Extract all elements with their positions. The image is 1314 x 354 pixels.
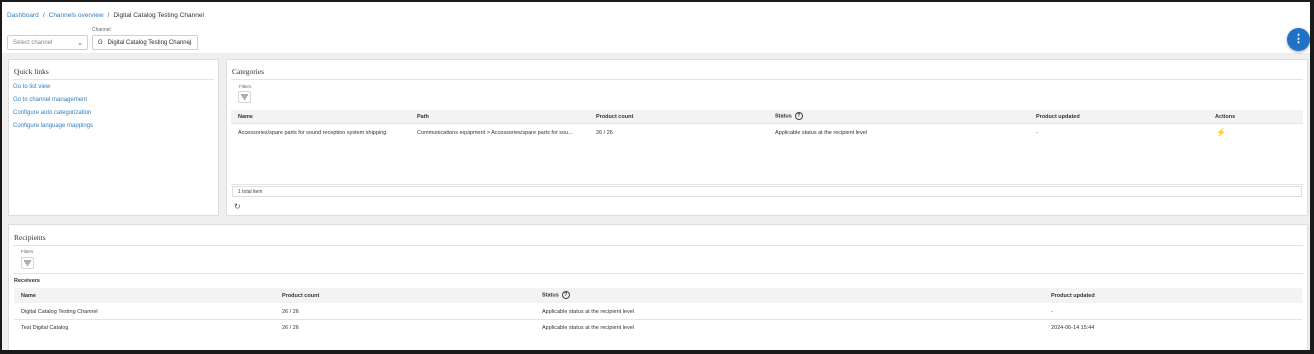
recipient-status: Applicable status at the recipient level [542, 325, 635, 331]
channel-select-value: Digital Catalog Testing Channel [107, 39, 192, 46]
breadcrumb-separator: / [107, 12, 110, 19]
filters-label: Filters [239, 84, 252, 89]
filter-icon [24, 260, 31, 266]
col-status[interactable]: Status? [775, 112, 803, 120]
help-icon[interactable]: ? [794, 112, 803, 120]
category-name: Accessories/spare parts for sound recept… [238, 130, 387, 136]
channel-select[interactable]: G Digital Catalog Testing Channel ⌄ [92, 35, 198, 50]
quick-link-language-mappings[interactable]: Configure language mappings [13, 123, 93, 129]
recipient-name: Digital Catalog Testing Channel [21, 309, 98, 315]
category-path: Communications equipment > Accessories/s… [417, 130, 573, 136]
divider [231, 123, 1303, 124]
col-product-updated[interactable]: Product updated [1051, 293, 1095, 299]
table-header [231, 110, 1303, 123]
help-icon[interactable]: ? [561, 291, 570, 299]
categories-panel: Categories Filters Name Path Product cou… [226, 59, 1308, 216]
channel-prefix: G [98, 39, 103, 46]
col-path[interactable]: Path [417, 114, 429, 120]
col-actions: Actions [1215, 114, 1236, 120]
col-status-label: Status [542, 292, 559, 299]
quick-links-title: Quick links [14, 67, 49, 76]
recipient-name: Test Digital Catalog [21, 325, 69, 331]
col-product-updated[interactable]: Product updated [1036, 114, 1080, 120]
more-vertical-icon: ⋮ [1293, 33, 1304, 45]
quick-link-list-view[interactable]: Go to list view [13, 84, 50, 90]
category-updated: - [1036, 130, 1038, 136]
breadcrumb-current: Digital Catalog Testing Channel [113, 12, 204, 19]
divider [231, 79, 1303, 80]
top-bar: Dashboard / Channels overview / Digital Cata… [2, 2, 1310, 53]
col-name[interactable]: Name [21, 293, 36, 299]
breadcrumb-channels-overview[interactable]: Channels overview [49, 12, 104, 19]
col-product-count[interactable]: Product count [282, 293, 319, 299]
recipient-count: 26 / 26 [282, 325, 299, 331]
breadcrumb-dashboard[interactable]: Dashboard [7, 12, 39, 19]
col-status-label: Status [775, 113, 792, 120]
recipients-panel: Recipients Filters Receivers Name Produc… [8, 224, 1308, 350]
select-channel-placeholder: Select channel [13, 39, 53, 46]
divider [231, 184, 1303, 185]
recipient-status: Applicable status at the recipient level [542, 309, 635, 315]
app-window: Dashboard / Channels overview / Digital Cata… [0, 0, 1314, 354]
select-channel-dropdown[interactable]: Select channel ⌄ [7, 35, 88, 50]
quick-link-channel-management[interactable]: Go to channel management [13, 97, 87, 103]
col-product-count[interactable]: Product count [596, 114, 633, 120]
divider [13, 273, 1303, 274]
col-name[interactable]: Name [238, 114, 253, 120]
filter-button[interactable] [21, 257, 34, 269]
divider [14, 319, 1302, 320]
category-count: 26 / 26 [596, 130, 613, 136]
filter-button[interactable] [238, 91, 251, 103]
quick-links-panel: Quick links Go to list view Go to channe… [8, 59, 219, 216]
recipient-updated: - [1051, 309, 1053, 315]
recipient-updated: 2024-06-14 15:44 [1051, 325, 1095, 331]
chevron-down-icon: ⌄ [187, 40, 193, 47]
disconnect-icon[interactable]: ⚡ [1216, 128, 1226, 137]
divider [13, 245, 1303, 246]
breadcrumb-separator: / [42, 12, 45, 19]
channel-select-label: Channel [92, 27, 111, 33]
breadcrumb: Dashboard / Channels overview / Digital Cata… [7, 12, 204, 19]
categories-title: Categories [232, 67, 265, 76]
filter-icon [241, 94, 248, 100]
more-actions-button[interactable]: ⋮ [1287, 28, 1310, 51]
divider [13, 79, 214, 80]
filters-label: Filters [21, 249, 34, 254]
refresh-icon[interactable]: ↻ [234, 202, 241, 211]
receivers-label: Receivers [14, 278, 40, 284]
quick-link-auto-categorization[interactable]: Configure auto categorization [13, 110, 91, 116]
total-items: 1 total item [232, 186, 1302, 197]
col-status[interactable]: Status? [542, 291, 570, 299]
category-status: Applicable status at the recipient level [775, 130, 868, 136]
chevron-down-icon: ⌄ [77, 40, 83, 47]
recipient-count: 26 / 26 [282, 309, 299, 315]
table-header [14, 288, 1302, 303]
recipients-title: Recipients [14, 233, 46, 242]
